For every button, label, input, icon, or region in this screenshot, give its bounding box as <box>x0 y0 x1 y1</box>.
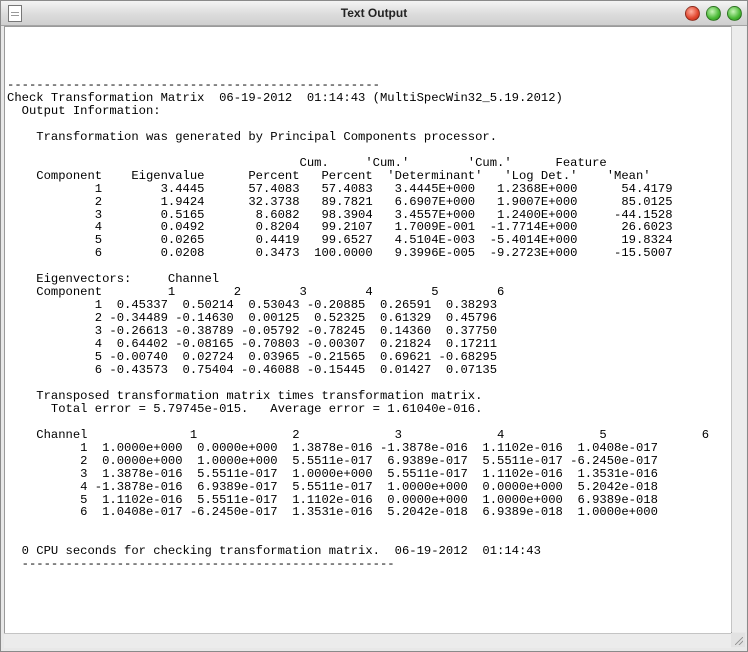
maximize-button[interactable] <box>727 6 742 21</box>
component-row: 4 0.0492 0.8204 99.2107 1.7009E-001 -1.7… <box>7 220 673 235</box>
channel-matrix-row: 4 -1.3878e-016 6.9389e-017 5.5511e-017 1… <box>7 479 658 494</box>
rule-bottom: ----------------------------------------… <box>7 557 395 572</box>
close-button[interactable] <box>685 6 700 21</box>
text-output-area[interactable]: ----------------------------------------… <box>4 26 732 634</box>
channel-matrix-row: 6 1.0408e-017 -6.2450e-017 1.3531e-016 5… <box>7 505 658 520</box>
channel-matrix-row: 2 0.0000e+000 1.0000e+000 5.5511e-017 6.… <box>7 453 658 468</box>
channel-matrix-row: 3 1.3878e-016 5.5511e-017 1.0000e+000 5.… <box>7 466 658 481</box>
horizontal-scrollbar[interactable] <box>4 633 731 648</box>
transposed-line: Transposed transformation matrix times t… <box>7 388 483 403</box>
eigenvectors-header-2: Component 1 2 3 4 5 6 <box>7 285 505 300</box>
error-summary-line: Total error = 5.79745e-015. Average erro… <box>7 401 483 416</box>
minimize-button[interactable] <box>706 6 721 21</box>
eigenvector-row: 6 -0.43573 0.75404 -0.46088 -0.15445 0.0… <box>7 362 498 377</box>
components-header-1: Cum. 'Cum.' 'Cum.' Feature <box>7 155 607 170</box>
eigenvector-row: 3 -0.26613 -0.38789 -0.05792 -0.78245 0.… <box>7 324 498 339</box>
component-row: 2 1.9424 32.3738 89.7821 6.6907E+000 1.9… <box>7 194 673 209</box>
eigenvectors-header-1: Eigenvectors: Channel <box>7 272 220 287</box>
eigenvector-row: 2 -0.34489 -0.14630 0.00125 0.52325 0.61… <box>7 311 498 326</box>
output-info-label: Output Information: <box>7 103 161 118</box>
report-heading: Check Transformation Matrix 06-19-2012 0… <box>7 90 563 105</box>
title-bar[interactable]: Text Output <box>1 1 747 26</box>
vertical-scrollbar[interactable] <box>731 26 746 632</box>
component-row: 5 0.0265 0.4419 99.6527 4.5104E-003 -5.4… <box>7 233 673 248</box>
channel-matrix-row: 5 1.1102e-016 5.5511e-017 1.1102e-016 0.… <box>7 492 658 507</box>
component-row: 6 0.0208 0.3473 100.0000 9.3996E-005 -9.… <box>7 246 673 261</box>
eigenvector-row: 1 0.45337 0.50214 0.53043 -0.20885 0.265… <box>7 298 498 313</box>
components-header-2: Component Eigenvalue Percent Percent 'De… <box>7 168 651 183</box>
rule-top: ----------------------------------------… <box>7 78 380 92</box>
window-title: Text Output <box>340 6 408 20</box>
generated-by-line: Transformation was generated by Principa… <box>7 129 498 144</box>
channel-matrix-row: 1 1.0000e+000 0.0000e+000 1.3878e-016 -1… <box>7 440 658 455</box>
eigenvector-row: 5 -0.00740 0.02724 0.03965 -0.21565 0.69… <box>7 350 498 365</box>
component-row: 1 3.4445 57.4083 57.4083 3.4445E+000 1.2… <box>7 181 673 196</box>
resize-grip-icon[interactable] <box>731 633 745 647</box>
channel-matrix-header: Channel 1 2 3 4 5 6 <box>7 427 710 442</box>
eigenvector-row: 4 0.64402 -0.08165 -0.70803 -0.00307 0.2… <box>7 337 498 352</box>
component-row: 3 0.5165 8.6082 98.3904 3.4557E+000 1.24… <box>7 207 673 222</box>
cpu-seconds-line: 0 CPU seconds for checking transformatio… <box>7 544 541 559</box>
output-text: ----------------------------------------… <box>7 79 709 571</box>
